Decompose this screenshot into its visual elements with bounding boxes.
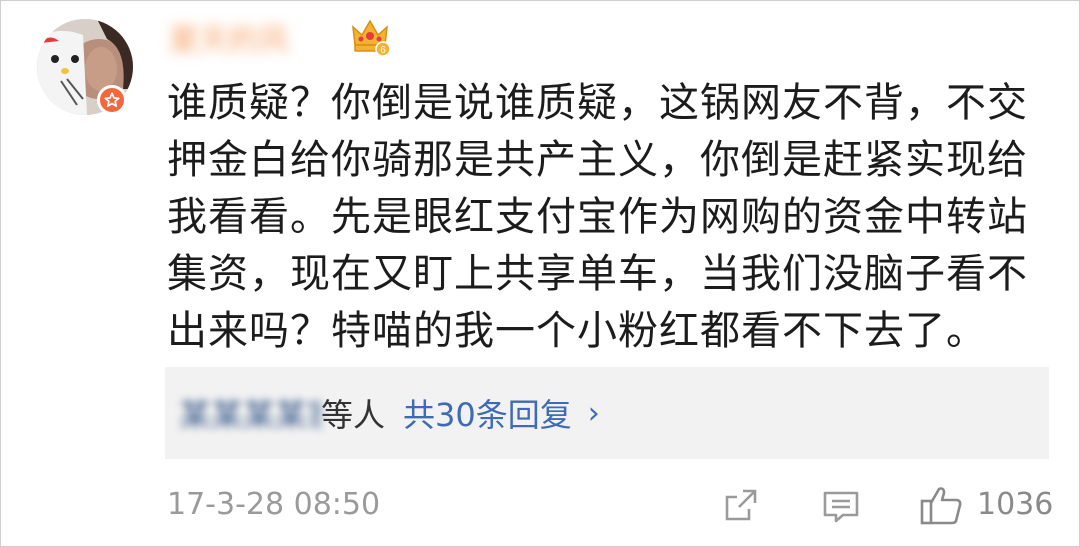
crown-level: 6 [380, 45, 386, 56]
verified-badge [97, 85, 127, 115]
comment-text: 谁质疑？你倒是说谁质疑，这锅网友不背，不交 押金白给你骑那是共产主义，你倒是赶紧… [167, 80, 1028, 354]
thumbs-up-icon[interactable] [919, 483, 965, 531]
chevron-right-icon: › [587, 395, 600, 431]
comment-icon[interactable] [821, 487, 861, 531]
username[interactable]: 夏天的风 [169, 25, 339, 57]
replies-box[interactable]: 某某某某家 等人 共30条回复 › [165, 367, 1049, 459]
share-icon[interactable] [721, 485, 761, 529]
reply-suffix: 等人 [321, 396, 386, 434]
reply-users[interactable]: 某某某某家 [179, 390, 321, 436]
comment-card: 夏天的风 6 谁质疑？你倒是说谁质疑，这锅网友不背，不交 押金白给你骑那是共产主… [0, 0, 1080, 547]
reply-count-link[interactable]: 共30条回复 [403, 390, 572, 436]
star-icon [104, 92, 120, 107]
replies-row[interactable]: 某某某某家 等人 共30条回复 › [179, 389, 600, 437]
timestamp: 17-3-28 08:50 [167, 487, 381, 522]
crown-icon[interactable]: 6 [349, 15, 391, 61]
like-count: 1036 [977, 487, 1054, 522]
